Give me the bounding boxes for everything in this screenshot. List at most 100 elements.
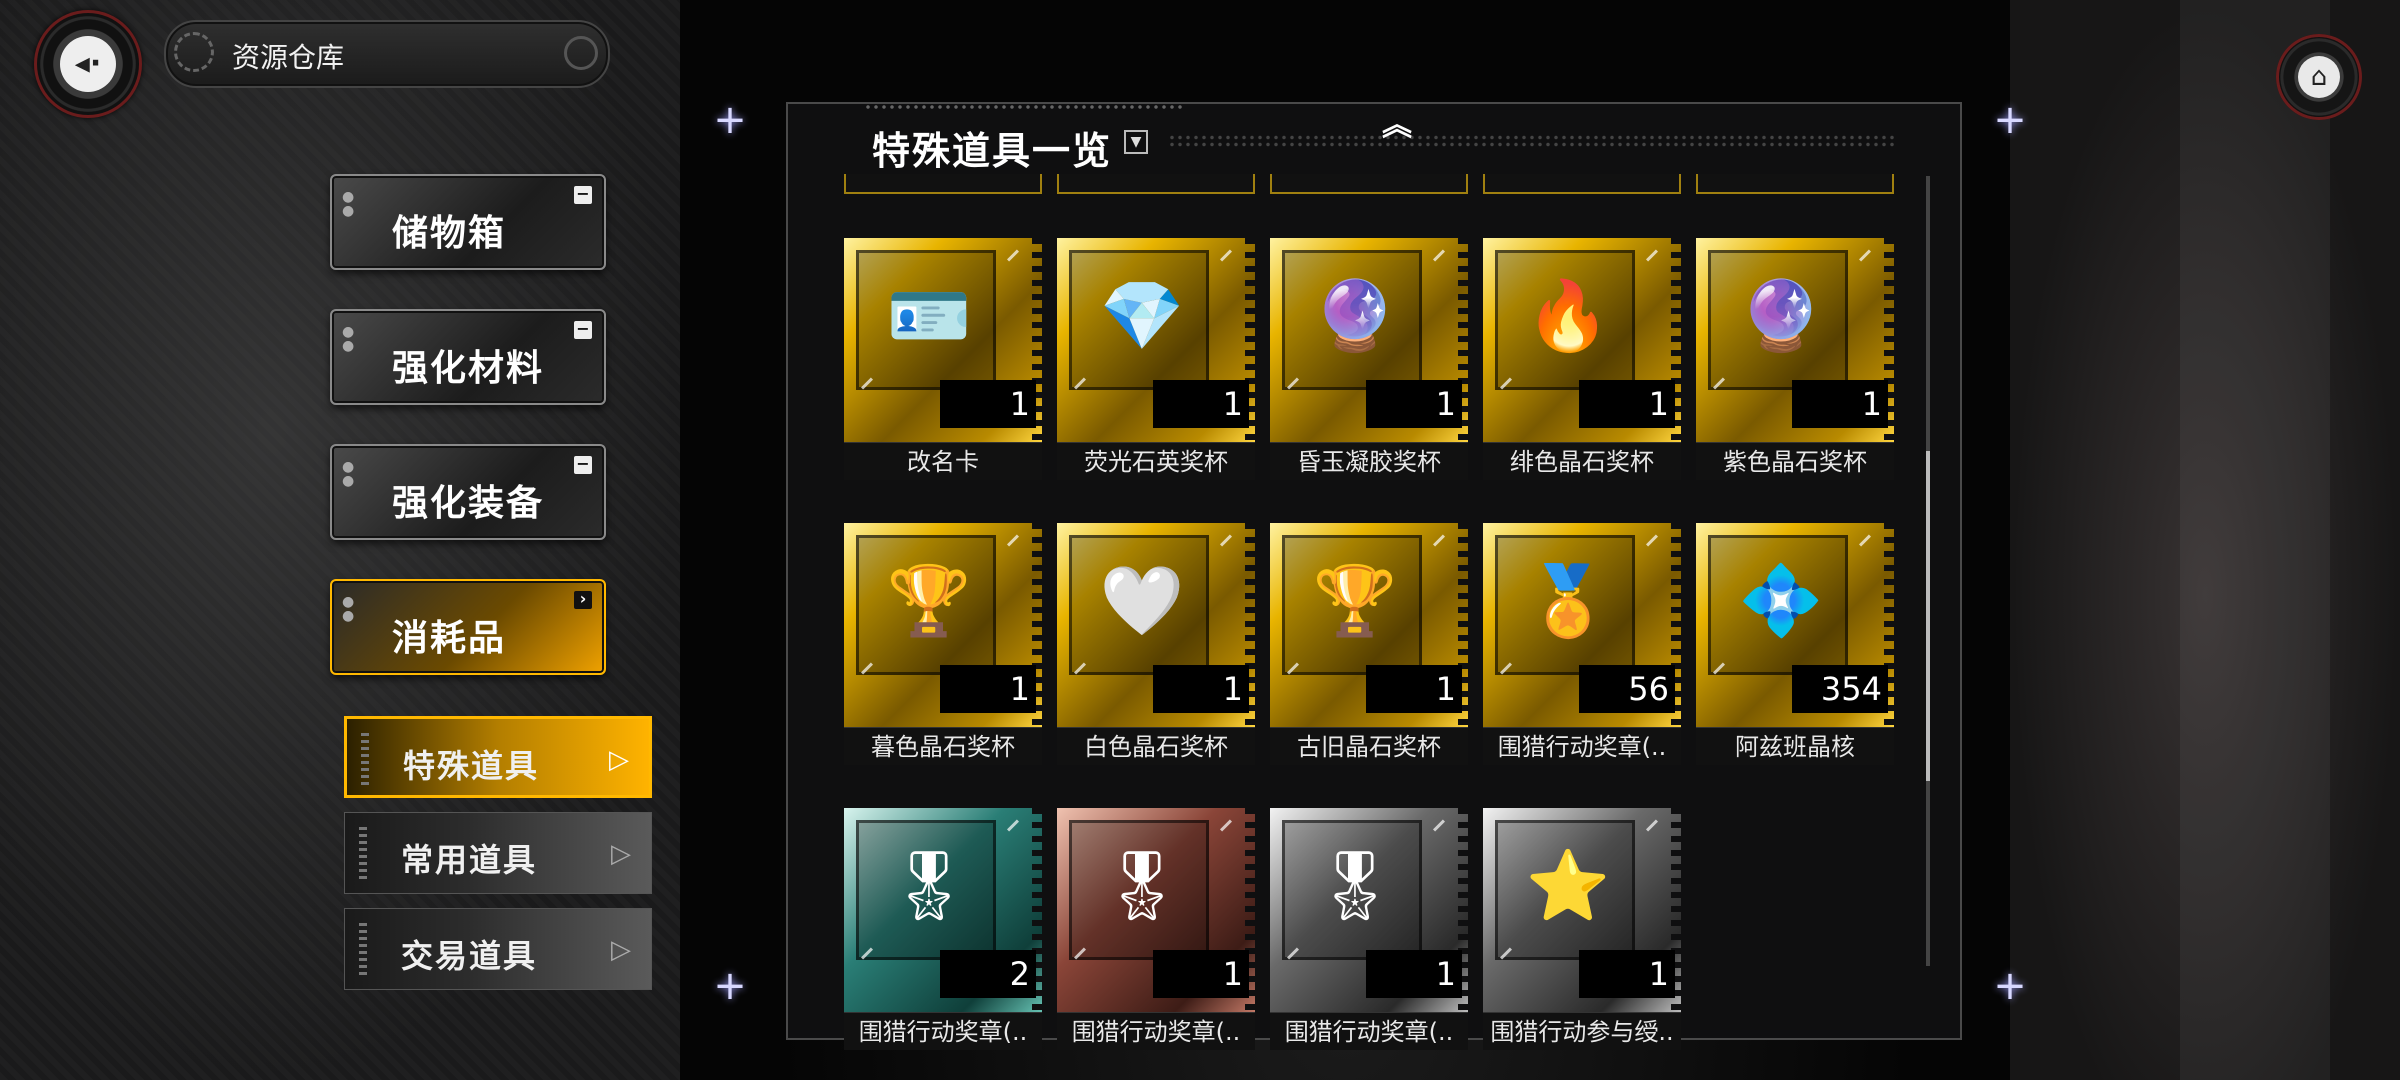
- cyan-crystal-trophy-icon: 💎: [1099, 277, 1185, 356]
- item-card[interactable]: 🏆 1 古旧晶石奖杯: [1270, 523, 1468, 765]
- item-card-partial[interactable]: [1057, 172, 1255, 194]
- item-card-partial[interactable]: [1483, 172, 1681, 194]
- item-card[interactable]: 🎖 2 围猎行动奖章(..: [844, 808, 1042, 1050]
- category-storage-box[interactable]: ● ● 储物箱 −: [330, 174, 606, 270]
- category-label: 储物箱: [392, 213, 507, 254]
- item-card[interactable]: 🏆 1 暮色晶石奖杯: [844, 523, 1042, 765]
- page-title-bar: 资源仓库: [164, 20, 610, 88]
- chevron-right-icon: ▷: [611, 839, 631, 869]
- sparkle-icon: +: [713, 97, 747, 143]
- chevron-right-icon: ›: [574, 591, 592, 609]
- item-name: 围猎行动奖章(..: [1483, 727, 1681, 765]
- home-button[interactable]: ⌂: [2276, 34, 2362, 120]
- subcategory-common-items[interactable]: 常用道具 ▷: [344, 812, 652, 894]
- scrollbar-thumb[interactable]: [1926, 451, 1930, 781]
- category-label: 强化装备: [392, 483, 545, 524]
- item-name: 紫色晶石奖杯: [1696, 442, 1894, 480]
- black-crystal-trophy-icon: 🏆: [1312, 562, 1398, 641]
- home-icon: ⌂: [2298, 56, 2340, 98]
- item-count: 2: [940, 950, 1036, 998]
- item-card[interactable]: 🔮 1 紫色晶石奖杯: [1696, 238, 1894, 480]
- subcategory-trade-items[interactable]: 交易道具 ▷: [344, 908, 652, 990]
- silver-laurel-medal-icon: 🎖: [1311, 847, 1399, 926]
- page-title: 资源仓库: [232, 41, 345, 74]
- item-name: 围猎行动奖章(..: [844, 1012, 1042, 1050]
- item-card[interactable]: 🔥 1 绯色晶石奖杯: [1483, 238, 1681, 480]
- header-dotline: [1168, 134, 1898, 148]
- violet-crystal-trophy-icon: 🔮: [1738, 277, 1824, 356]
- item-count: 354: [1792, 665, 1888, 713]
- item-card-partial[interactable]: [844, 172, 1042, 194]
- crystal-core-icon: 💠: [1738, 562, 1824, 641]
- item-count: 1: [1579, 950, 1675, 998]
- item-card[interactable]: 🔮 1 昏玉凝胶奖杯: [1270, 238, 1468, 480]
- item-count: 1: [1153, 380, 1249, 428]
- item-card-partial[interactable]: [1696, 172, 1894, 194]
- item-count: 1: [1366, 380, 1462, 428]
- category-label: 消耗品: [392, 618, 507, 659]
- item-card[interactable]: 🎖 1 围猎行动奖章(..: [1057, 808, 1255, 1050]
- item-name: 阿兹班晶核: [1696, 727, 1894, 765]
- chevron-right-icon: ▷: [609, 745, 629, 775]
- panel-title: 特殊道具一览: [872, 129, 1113, 173]
- item-name: 白色晶石奖杯: [1057, 727, 1255, 765]
- subcategory-label: 常用道具: [401, 841, 538, 879]
- item-card[interactable]: 💎 1 荧光石英奖杯: [1057, 238, 1255, 480]
- grip-icon: [359, 827, 367, 881]
- sparkle-icon: +: [713, 963, 747, 1009]
- gear-icon: [174, 32, 214, 72]
- grip-icon: [359, 923, 367, 977]
- item-card[interactable]: 🏅 56 围猎行动奖章(..: [1483, 523, 1681, 765]
- item-count: 1: [1153, 665, 1249, 713]
- ribbon-star-badge-icon: ⭐: [1525, 847, 1611, 926]
- dark-crystal-trophy-icon: 🏆: [886, 562, 972, 641]
- dots-icon: ● ●: [342, 594, 355, 624]
- category-label: 强化材料: [392, 348, 545, 389]
- item-card-partial[interactable]: [1270, 172, 1468, 194]
- bronze-laurel-medal-icon: 🎖: [1098, 847, 1186, 926]
- white-crystal-trophy-icon: 🤍: [1099, 562, 1185, 641]
- header-notch: [864, 104, 1184, 110]
- subcategory-label: 特殊道具: [403, 747, 540, 785]
- triangle-down-icon[interactable]: ▼: [1124, 130, 1148, 154]
- item-name: 围猎行动参与绶..: [1483, 1012, 1681, 1050]
- category-enhance-equipment[interactable]: ● ● 强化装备 −: [330, 444, 606, 540]
- item-card[interactable]: 🪪 1 改名卡: [844, 238, 1042, 480]
- item-card[interactable]: 🤍 1 白色晶石奖杯: [1057, 523, 1255, 765]
- purple-gem-trophy-icon: 🔮: [1312, 277, 1398, 356]
- subcategory-label: 交易道具: [401, 937, 538, 975]
- panel-header: 特殊道具一览 ▼ ︽: [788, 104, 1960, 174]
- dots-icon: ● ●: [342, 459, 355, 489]
- item-name: 改名卡: [844, 442, 1042, 480]
- item-count: 1: [1366, 950, 1462, 998]
- item-name: 荧光石英奖杯: [1057, 442, 1255, 480]
- category-enhance-materials[interactable]: ● ● 强化材料 −: [330, 309, 606, 405]
- item-card[interactable]: ⭐ 1 围猎行动参与绶..: [1483, 808, 1681, 1050]
- item-count: 1: [1792, 380, 1888, 428]
- grip-icon: [361, 733, 369, 787]
- id-card-icon: 🪪: [886, 277, 972, 356]
- double-chevron-up-icon[interactable]: ︽: [1382, 111, 1412, 141]
- category-consumables[interactable]: ● ● 消耗品 ›: [330, 579, 606, 675]
- item-count: 1: [1366, 665, 1462, 713]
- dots-icon: ● ●: [342, 189, 355, 219]
- item-count: 56: [1579, 665, 1675, 713]
- item-name: 古旧晶石奖杯: [1270, 727, 1468, 765]
- item-count: 1: [940, 380, 1036, 428]
- item-name: 围猎行动奖章(..: [1057, 1012, 1255, 1050]
- item-count: 1: [1579, 380, 1675, 428]
- ring-icon: [564, 36, 598, 70]
- back-button[interactable]: ◂·: [34, 10, 142, 118]
- background-panel: [2180, 0, 2330, 1080]
- dots-icon: ● ●: [342, 324, 355, 354]
- orange-crystal-trophy-icon: 🔥: [1525, 277, 1611, 356]
- teal-laurel-medal-icon: 🎖: [885, 847, 973, 926]
- subcategory-special-items[interactable]: 特殊道具 ▷: [344, 716, 652, 798]
- sparkle-icon: +: [1993, 97, 2027, 143]
- right-background: [2010, 0, 2400, 1080]
- item-card[interactable]: 💠 354 阿兹班晶核: [1696, 523, 1894, 765]
- item-card[interactable]: 🎖 1 围猎行动奖章(..: [1270, 808, 1468, 1050]
- scrollbar[interactable]: [1926, 176, 1930, 966]
- item-name: 暮色晶石奖杯: [844, 727, 1042, 765]
- back-arrow-icon: ◂·: [60, 36, 116, 92]
